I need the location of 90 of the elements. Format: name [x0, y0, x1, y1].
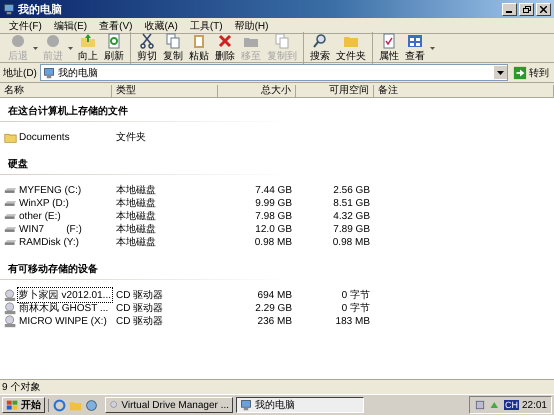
total-size-cell-text: 694 MB [256, 290, 293, 300]
total-size-cell-text: 7.44 GB [254, 184, 293, 196]
total-size-cell-text: 2.29 GB [254, 302, 293, 314]
dropdown-button[interactable] [494, 66, 507, 79]
type-cell-text: 本地磁盘 [115, 210, 157, 223]
free-space-cell-text: 0.98 MB [332, 236, 371, 248]
computer-icon [42, 66, 55, 78]
caret-icon[interactable] [430, 46, 435, 50]
free-space-cell-text: 183 MB [334, 316, 371, 326]
delete-button[interactable]: 删除 [212, 32, 238, 64]
free-space-cell-text: 8.51 GB [332, 198, 371, 208]
status-text: 9 个对象 [2, 380, 40, 394]
cd-drive-icon [4, 314, 17, 328]
item-name[interactable]: WIN7 (F:) [18, 224, 83, 234]
copy-pages-icon [274, 33, 290, 49]
address-label: 地址(D) [3, 66, 37, 80]
search-button[interactable]: 搜索 [307, 32, 333, 64]
refresh-button[interactable]: 刷新 [101, 32, 127, 64]
item-name[interactable]: WinXP (D:) [18, 198, 70, 208]
item-name[interactable]: other (E:) [18, 210, 62, 222]
free-space-cell-text: 0 字节 [340, 288, 371, 302]
cut-button[interactable]: 剪切 [134, 32, 160, 64]
taskbar-button[interactable]: 我的电脑 [236, 397, 364, 413]
type-cell-text: CD 驱动器 [115, 302, 164, 315]
item-name[interactable]: MYFENG (C:) [18, 184, 82, 196]
views-button[interactable]: 查看 [402, 32, 428, 64]
properties-button[interactable]: 属性 [376, 32, 402, 64]
menu-item[interactable]: 编辑(E) [48, 18, 92, 33]
clipboard-icon [191, 33, 207, 49]
cd-drive-icon [4, 302, 17, 314]
type-cell-text: 本地磁盘 [115, 222, 157, 236]
restore-button[interactable] [519, 2, 534, 16]
column-header[interactable]: 类型 [112, 85, 218, 98]
windows-flag-icon [6, 398, 19, 412]
up-folder-icon [80, 33, 96, 49]
taskbar-button[interactable]: Virtual Drive Manager ... [105, 397, 233, 413]
close-button[interactable] [536, 2, 551, 16]
go-button[interactable]: 转到 [511, 66, 551, 80]
free-space-cell-text: 2.56 GB [332, 184, 371, 196]
free-space-cell-text: 0 字节 [340, 302, 371, 315]
item-name[interactable]: 雨林木风 GHOST ... [18, 301, 110, 315]
views-grid-icon [407, 33, 423, 49]
type-cell-text: CD 驱动器 [115, 315, 164, 328]
total-size-cell-text: 0.98 MB [254, 236, 293, 248]
group-heading: 有可移动存储的设备 [0, 260, 294, 280]
scissors-icon [139, 33, 155, 49]
cd-drive-icon [4, 288, 17, 302]
type-cell-text: 本地磁盘 [115, 236, 157, 249]
column-header[interactable]: 名称 [0, 85, 112, 98]
total-size-cell-text: 236 MB [256, 316, 293, 326]
item-name[interactable]: Documents [18, 132, 71, 142]
properties-page-icon [381, 33, 397, 49]
total-size-cell-text: 12.0 GB [254, 224, 293, 234]
type-cell-text: CD 驱动器 [115, 289, 164, 302]
restore-icon [522, 6, 530, 12]
total-size-cell-text: 7.98 GB [254, 210, 293, 222]
search-icon [312, 33, 328, 49]
menu-item[interactable]: 工具(T) [184, 18, 228, 33]
clock: 22:01 [522, 400, 547, 410]
copy-button[interactable]: 复制 [160, 32, 186, 64]
menu-item[interactable]: 收藏(A) [139, 18, 183, 33]
computer-icon [3, 3, 15, 15]
dropdown-arrow-icon [497, 70, 504, 74]
total-size-cell-text: 9.99 GB [254, 198, 293, 208]
window-title: 我的电脑 [18, 2, 62, 16]
item-name[interactable]: MICRO WINPE (X:) [18, 316, 108, 326]
type-cell-text: 本地磁盘 [115, 184, 157, 197]
type-cell-text: 本地磁盘 [115, 196, 157, 210]
address-field[interactable]: 我的电脑 [40, 64, 508, 81]
column-header[interactable]: 总大小 [218, 85, 296, 98]
type-cell-text: 文件夹 [115, 130, 147, 144]
free-space-cell-text: 7.89 GB [332, 224, 371, 234]
free-space-cell-text: 4.32 GB [332, 210, 371, 222]
item-name[interactable]: RAMDisk (Y:) [18, 236, 80, 248]
computer-icon [240, 399, 252, 411]
paste-button[interactable]: 粘贴 [186, 32, 212, 64]
copy-pages-icon [165, 33, 181, 49]
item-name[interactable]: 萝卜家园 v2012.01... [18, 288, 112, 302]
minimize-button[interactable] [502, 2, 517, 16]
group-heading: 硬盘 [0, 155, 294, 175]
menu-item[interactable]: 查看(V) [94, 18, 138, 33]
input-method-indicator[interactable]: CH [504, 400, 519, 410]
start-button[interactable]: 开始 [2, 397, 45, 413]
group-heading: 在这台计算机上存储的文件 [0, 102, 294, 122]
up-button[interactable]: 向上 [75, 32, 101, 64]
close-icon [540, 6, 547, 12]
delete-x-icon [217, 33, 233, 49]
folders-button[interactable]: 文件夹 [333, 32, 369, 64]
menu-item[interactable]: 帮助(H) [230, 18, 274, 33]
menu-item[interactable]: 文件(F) [4, 18, 47, 33]
